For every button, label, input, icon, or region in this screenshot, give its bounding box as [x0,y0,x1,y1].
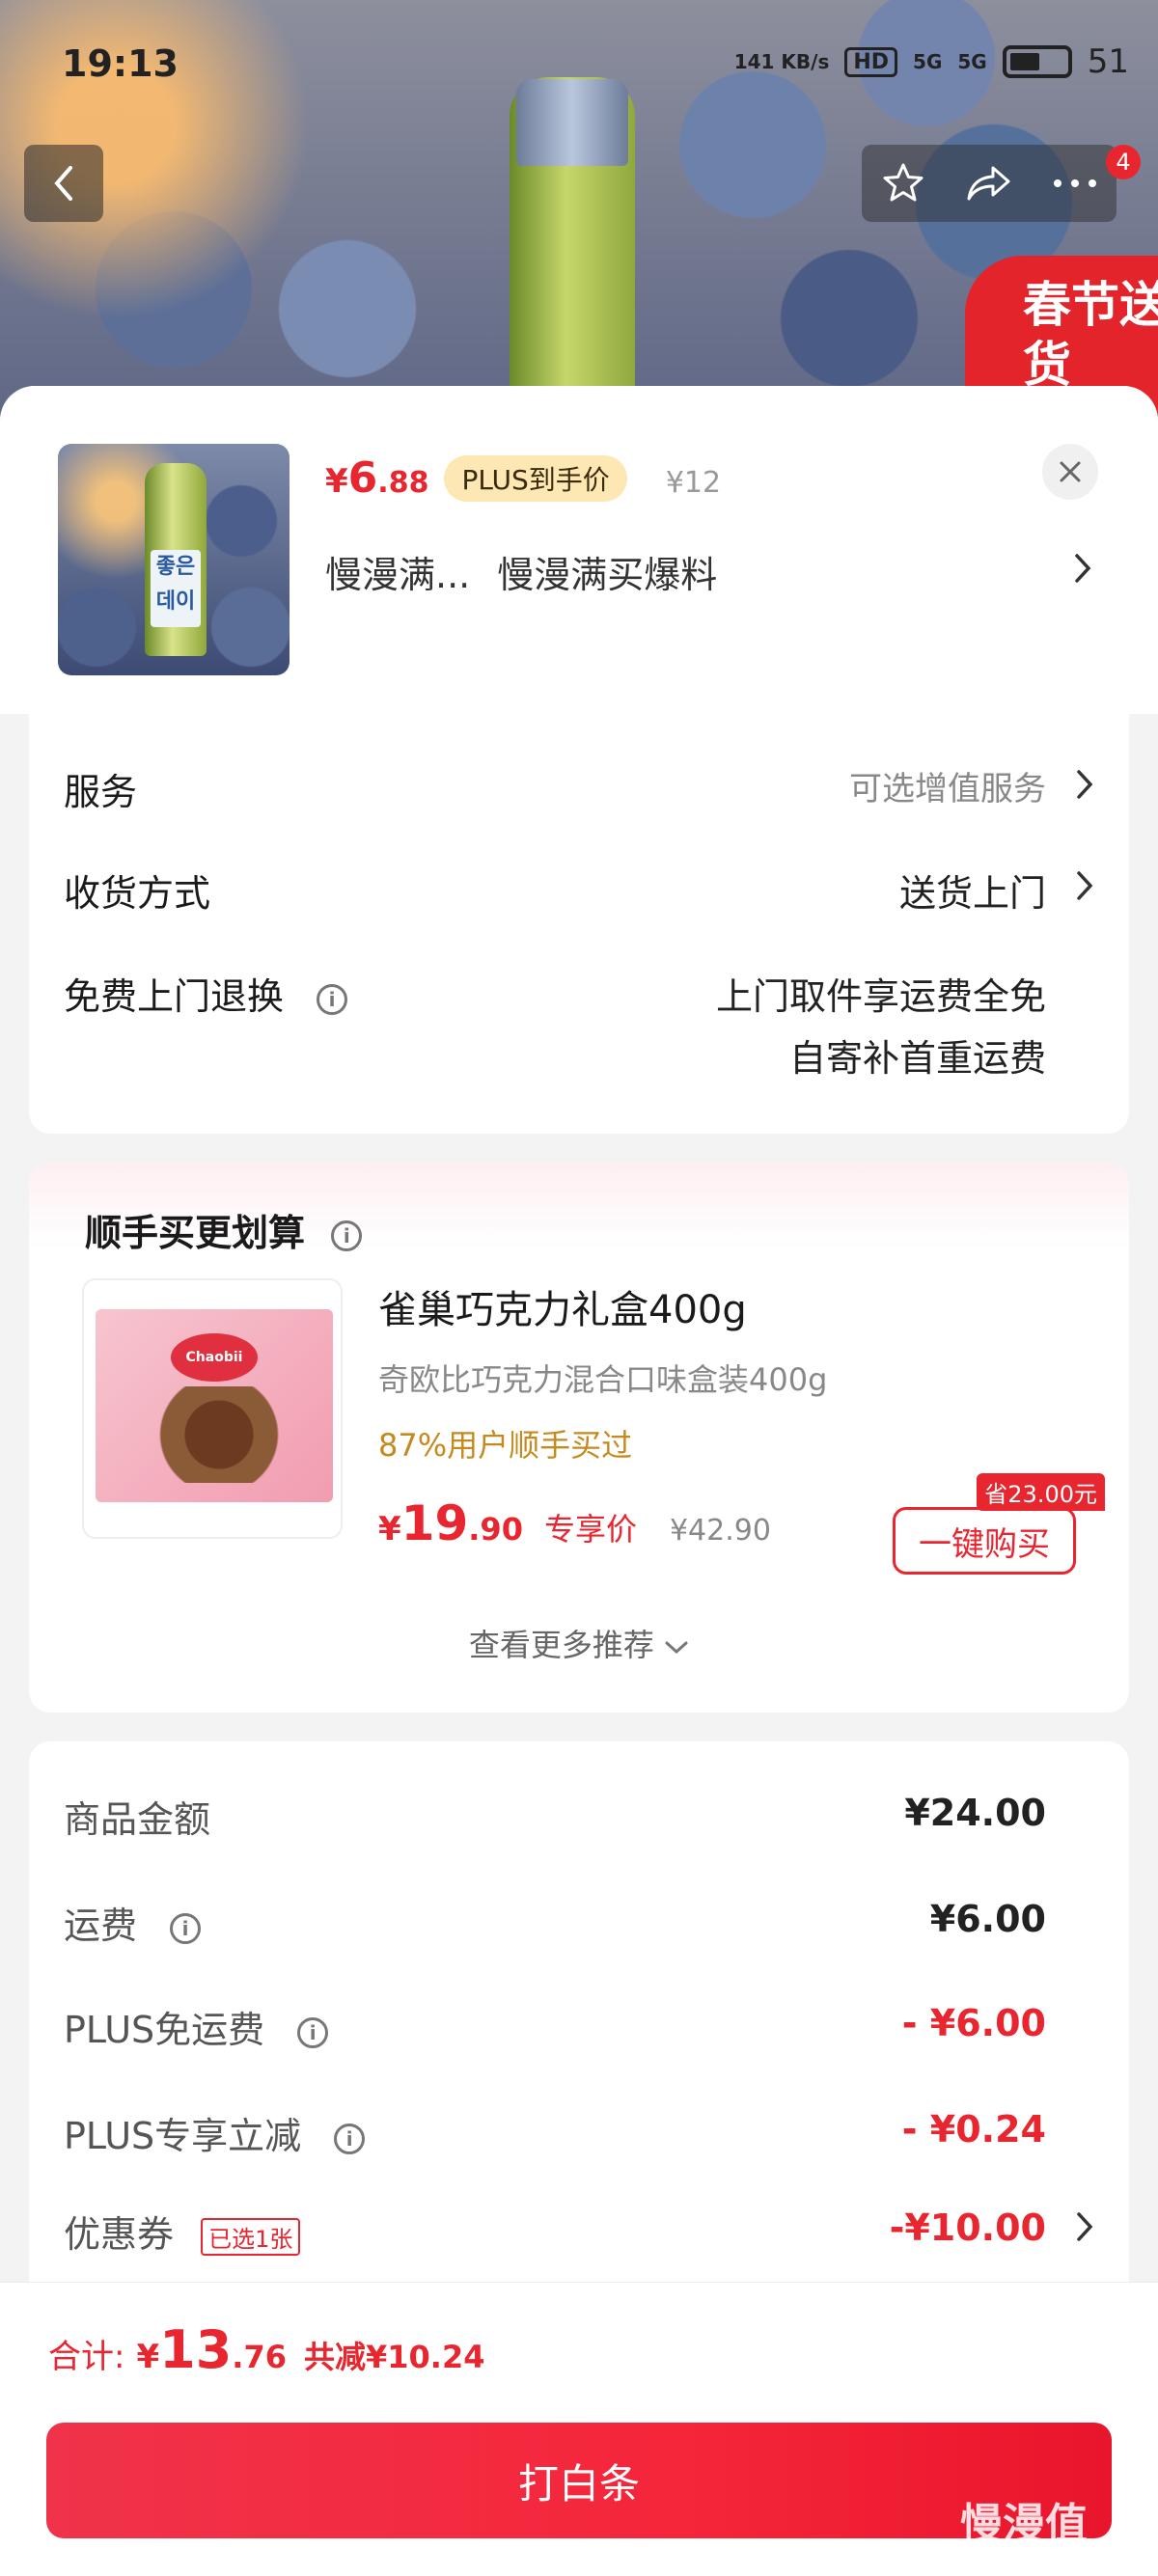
service-label: 服务 [64,771,138,813]
info-icon[interactable]: i [170,1912,202,1944]
recommend-price-currency: ¥ [378,1510,401,1548]
coupon-selected-tag: 已选1张 [201,2218,301,2256]
plus-reduce-value: - ¥0.24 [901,2108,1046,2151]
chevron-right-icon[interactable] [1073,552,1092,585]
chevron-right-icon [1077,2212,1093,2241]
chocolate-graphic [152,1386,287,1483]
coupon-row[interactable]: 优惠券 已选1张 -¥10.00 [64,2205,1094,2258]
free-return-value-1: 上门取件享运费全免 [715,975,1046,1018]
plus-free-freight-value: - ¥6.00 [901,2002,1046,2044]
top-actions [862,145,1117,222]
info-icon[interactable]: i [317,983,348,1015]
recommend-title-text: 顺手买更划算 [85,1212,306,1254]
service-card: 服务 可选增值服务 收货方式 送货上门 免费上门退换 i 上门取件享运费全免 自… [29,714,1129,1134]
purchase-sheet: 좋은데이 ¥ 6 .88 PLUS到手价 ¥12 慢漫满... 慢漫满买爆料 服… [0,386,1158,2576]
total-decimal: .76 [232,2339,287,2375]
chevron-down-icon [665,1641,688,1655]
plus-reduce-row: PLUS专享立减 i - ¥0.24 [64,2106,1094,2159]
service-row[interactable]: 服务 可选增值服务 [64,762,1094,815]
recommend-product-image[interactable]: Chaobii [82,1278,343,1539]
thumb-label: 좋은데이 [151,550,201,627]
price-row: ¥ 6 .88 PLUS到手价 ¥12 [325,453,721,503]
close-icon [1060,461,1081,482]
recommend-card: 顺手买更划算 i Chaobii 雀巢巧克力礼盒400g 奇欧比巧克力混合口味盒… [29,1163,1129,1713]
price-decimal: .88 [377,466,429,500]
more-recommend-label: 查看更多推荐 [468,1627,654,1663]
more-recommend-link[interactable]: 查看更多推荐 [29,1621,1129,1665]
goods-amount-row: 商品金额 ¥24.00 [64,1790,1094,1843]
watermark-sub: zhizhizhi.com [1018,2547,1136,2567]
freight-label: 运费 [64,1905,138,1947]
service-value: 可选增值服务 [849,770,1046,808]
save-badge: 省23.00元 [977,1473,1105,1511]
recommend-title: 顺手买更划算 i [85,1203,363,1256]
chevron-right-icon [1077,770,1093,799]
free-return-value-2: 自寄补首重运费 [788,1037,1046,1080]
price-currency: ¥ [325,462,348,501]
status-time: 19:13 [62,42,179,85]
total-integer: 13 [159,2319,233,2380]
hd-icon: HD [844,46,898,77]
status-icons: 141 KB/s HD 5G 5G 51 [734,42,1129,81]
recommend-product-name[interactable]: 雀巢巧克力礼盒400g [378,1278,747,1334]
spec-short: 慢漫满... [325,554,471,596]
recommend-price-label: 专享价 [543,1511,637,1548]
signal-icon: 5G [913,50,943,73]
battery-level: 51 [1087,42,1129,81]
plus-free-freight-row: PLUS免运费 i - ¥6.00 [64,2000,1094,2053]
total-saved: 共减¥10.24 [303,2339,485,2375]
status-bar: 19:13 141 KB/s HD 5G 5G 51 [0,0,1158,125]
chevron-left-icon [54,166,72,201]
product-header: 좋은데이 ¥ 6 .88 PLUS到手价 ¥12 慢漫满... 慢漫满买爆料 [0,386,1158,714]
one-click-buy: 一键购买 省23.00元 [893,1473,1105,1575]
recommend-old-price: ¥42.90 [669,1514,771,1548]
recommend-buy-rate: 87%用户顺手买过 [378,1427,633,1464]
total-currency: ¥ [136,2338,160,2376]
freight-value: ¥6.00 [929,1898,1046,1940]
notification-badge: 4 [1106,145,1141,179]
more-icon[interactable] [1052,178,1098,189]
delivery-label: 收货方式 [64,872,211,915]
delivery-method-row[interactable]: 收货方式 送货上门 [64,863,1094,917]
one-click-buy-button[interactable]: 一键购买 [893,1507,1076,1575]
price-summary-card: 商品金额 ¥24.00 运费 i ¥6.00 PLUS免运费 i - ¥6.00… [29,1741,1129,2320]
total-row: 合计: ¥ 13 .76 共减¥10.24 [48,2319,484,2380]
coupon-value: -¥10.00 [889,2206,1046,2249]
info-icon[interactable]: i [331,1219,363,1251]
battery-icon [1002,45,1072,78]
net-speed: 141 KB/s [733,50,830,73]
signal-icon-2: 5G [957,50,987,73]
brand-logo: Chaobii [171,1333,258,1382]
recommend-price-decimal: .90 [468,1511,523,1548]
plus-reduce-label: PLUS专享立减 [64,2115,302,2157]
recommend-price-integer: 19 [400,1495,469,1551]
chevron-right-icon [1077,871,1093,900]
freight-row: 运费 i ¥6.00 [64,1896,1094,1949]
watermark: 慢漫值 [960,2500,1088,2549]
plus-free-freight-label: PLUS免运费 [64,2009,265,2051]
info-icon[interactable]: i [297,2016,329,2048]
goods-amount-label: 商品金额 [64,1798,211,1841]
recommend-product-desc: 奇欧比巧克力混合口味盒装400g [378,1361,828,1398]
free-return-label: 免费上门退换 [64,975,285,1018]
free-return-row: 免费上门退换 i 上门取件享运费全免 自寄补首重运费 [64,967,1094,1080]
coupon-label: 优惠券 [64,2213,175,2256]
price-integer: 6 [347,453,378,503]
star-icon[interactable] [880,160,926,206]
original-price: ¥12 [665,466,722,500]
product-thumbnail[interactable]: 좋은데이 [58,444,290,675]
close-button[interactable] [1042,444,1098,500]
plus-price-tag: PLUS到手价 [444,454,627,502]
spec-selector[interactable]: 慢漫满... 慢漫满买爆料 [325,545,1117,598]
share-icon[interactable] [964,160,1014,206]
goods-amount-value: ¥24.00 [904,1792,1046,1834]
info-icon[interactable]: i [334,2123,366,2154]
total-label: 合计: [48,2338,125,2376]
spec-full: 慢漫满买爆料 [497,554,718,596]
pay-button[interactable]: 打白条 [46,2423,1112,2538]
back-button[interactable] [24,145,103,222]
delivery-value: 送货上门 [898,872,1046,915]
recommend-price-row: ¥ 19 .90 专享价 ¥42.90 [378,1495,771,1551]
